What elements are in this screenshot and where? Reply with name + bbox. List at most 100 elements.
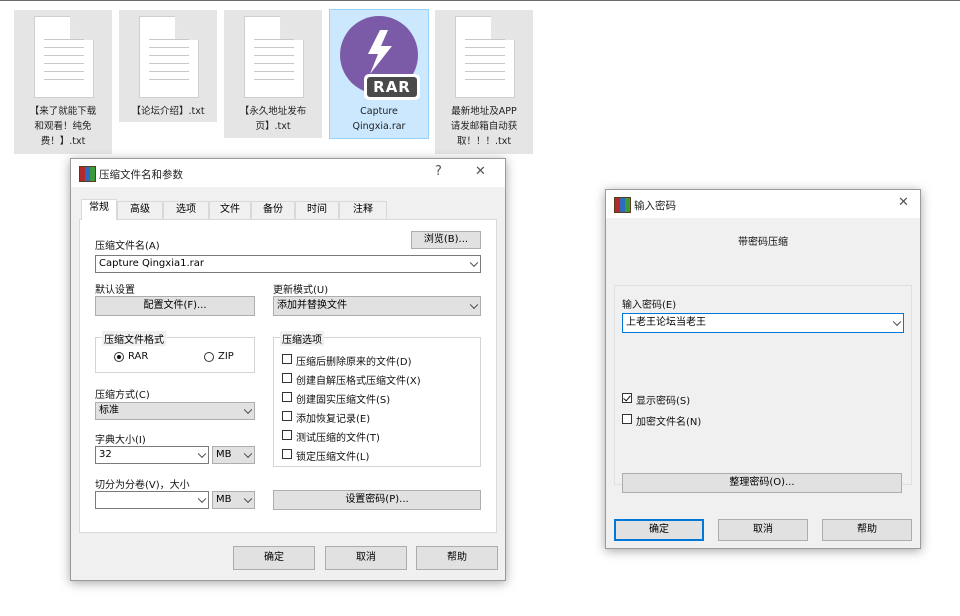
dialog-heading: 带密码压缩 — [738, 237, 788, 248]
chevron-down-icon[interactable] — [243, 494, 253, 504]
file-name-line: 【来了就能下载 — [29, 106, 97, 117]
split-unit-select[interactable]: MB — [212, 491, 255, 509]
archive-options-title: 压缩选项 — [280, 331, 324, 346]
file-name-line: Capture — [360, 106, 398, 117]
chevron-down-icon[interactable] — [892, 317, 902, 327]
tab-backup[interactable]: 备份 — [251, 201, 295, 219]
file-name-line: Qingxia.rar — [352, 121, 406, 132]
file-item-txt-2[interactable]: 【论坛介绍】.txt — [119, 10, 217, 122]
archive-format-title: 压缩文件格式 — [102, 331, 166, 346]
tab-files[interactable]: 文件 — [209, 201, 251, 219]
dictionary-size-combo[interactable]: 32 — [95, 446, 209, 464]
top-border-line — [0, 0, 960, 1]
option-label: 锁定压缩文件(L) — [296, 452, 370, 463]
option-checkbox[interactable] — [282, 354, 292, 364]
close-icon[interactable]: ✕ — [475, 163, 486, 181]
archive-options-group: 压缩选项 压缩后删除原来的文件(D) 创建自解压格式压缩文件(X) 创建固实压缩… — [273, 331, 481, 467]
file-name-line: 【永久地址发布 — [239, 106, 307, 117]
password-input[interactable]: 上老王论坛当老王 — [622, 313, 904, 333]
tab-general[interactable]: 常规 — [81, 199, 117, 220]
enter-password-dialog: 输入密码 ✕ 带密码压缩 输入密码(E) 上老王论坛当老王 显示密码(S) 加密… — [605, 189, 921, 549]
chevron-down-icon[interactable] — [243, 405, 253, 415]
option-checkbox[interactable] — [282, 373, 292, 383]
file-item-txt-4[interactable]: 最新地址及APP 请发邮箱自动获 取！！！.txt — [435, 10, 533, 154]
organize-passwords-button[interactable]: 整理密码(O)... — [622, 473, 902, 493]
format-rar-radio[interactable] — [114, 352, 124, 362]
dialog-title: 压缩文件名和参数 — [99, 169, 183, 181]
option-label: 测试压缩的文件(T) — [296, 433, 380, 444]
tab-comment[interactable]: 注释 — [339, 201, 387, 219]
tab-time[interactable]: 时间 — [295, 201, 339, 219]
chevron-down-icon[interactable] — [197, 449, 207, 459]
file-name-line: 页】.txt — [255, 121, 291, 132]
profiles-button[interactable]: 配置文件(F)... — [95, 296, 255, 316]
text-file-icon — [139, 16, 199, 98]
archive-name-value: Capture Qingxia1.rar — [99, 258, 204, 269]
help-icon[interactable]: ? — [435, 163, 442, 181]
file-name-line: 最新地址及APP — [451, 106, 517, 117]
text-file-icon — [34, 16, 94, 98]
chevron-down-icon[interactable] — [469, 300, 479, 310]
method-value: 标准 — [99, 405, 119, 416]
file-name-line: 请发邮箱自动获 — [450, 121, 518, 132]
file-item-rar[interactable]: RAR Capture Qingxia.rar — [329, 9, 429, 139]
update-mode-value: 添加并替换文件 — [277, 300, 347, 311]
file-name-line: 【论坛介绍】.txt — [131, 106, 205, 117]
option-checkbox[interactable] — [282, 449, 292, 459]
rar-badge-text: RAR — [367, 77, 417, 97]
rar-badge: RAR — [364, 74, 420, 100]
help-button[interactable]: 帮助 — [416, 546, 498, 570]
option-checkbox[interactable] — [282, 430, 292, 440]
method-label: 压缩方式(C) — [95, 390, 150, 401]
format-zip-radio[interactable] — [204, 352, 214, 362]
archive-params-dialog: 压缩文件名和参数 ? ✕ 常规 高级 选项 文件 备份 时间 注释 压缩文件名(… — [70, 158, 506, 581]
option-label: 添加恢复记录(E) — [296, 414, 371, 425]
enter-password-label: 输入密码(E) — [622, 300, 677, 311]
file-item-txt-1[interactable]: 【来了就能下载 和观看！纯免 费！】.txt — [14, 10, 112, 154]
option-checkbox[interactable] — [282, 392, 292, 402]
dictionary-unit-select[interactable]: MB — [212, 446, 255, 464]
ok-button[interactable]: 确定 — [233, 546, 315, 570]
encrypt-filenames-checkbox[interactable] — [622, 414, 632, 424]
text-file-icon — [244, 16, 304, 98]
browse-button[interactable]: 浏览(B)... — [411, 231, 481, 249]
option-checkbox[interactable] — [282, 411, 292, 421]
chevron-down-icon[interactable] — [197, 494, 207, 504]
cancel-button[interactable]: 取消 — [325, 546, 407, 570]
archive-format-group: 压缩文件格式 RAR ZIP — [95, 331, 255, 373]
winrar-app-icon — [614, 197, 631, 213]
cancel-button[interactable]: 取消 — [718, 519, 808, 541]
format-rar-label: RAR — [128, 351, 149, 362]
option-label: 创建固实压缩文件(S) — [296, 395, 391, 406]
set-password-button[interactable]: 设置密码(P)... — [273, 490, 481, 510]
show-password-label: 显示密码(S) — [636, 396, 691, 407]
winrar-app-icon — [79, 166, 96, 182]
dictionary-unit-value: MB — [216, 449, 232, 460]
encrypt-filenames-label: 加密文件名(N) — [636, 417, 702, 428]
split-size-combo[interactable] — [95, 491, 209, 509]
default-settings-label: 默认设置 — [95, 285, 135, 296]
show-password-checkbox[interactable] — [622, 393, 632, 403]
dialog-title: 输入密码 — [634, 200, 676, 212]
archive-name-combo[interactable]: Capture Qingxia1.rar — [95, 255, 481, 273]
file-name-line: 和观看！纯免 — [34, 121, 92, 132]
format-zip-label: ZIP — [218, 351, 234, 362]
file-item-txt-3[interactable]: 【永久地址发布 页】.txt — [224, 10, 322, 138]
tab-advanced[interactable]: 高级 — [117, 201, 163, 219]
text-file-icon — [455, 16, 515, 98]
password-value: 上老王论坛当老王 — [626, 317, 706, 328]
split-unit-value: MB — [216, 494, 232, 505]
help-button[interactable]: 帮助 — [822, 519, 912, 541]
update-mode-select[interactable]: 添加并替换文件 — [273, 296, 481, 316]
close-icon[interactable]: ✕ — [898, 194, 909, 212]
ok-button[interactable]: 确定 — [614, 519, 704, 541]
file-name-line: 取！！！.txt — [456, 136, 512, 147]
method-select[interactable]: 标准 — [95, 402, 255, 420]
chevron-down-icon[interactable] — [469, 258, 479, 268]
tab-options[interactable]: 选项 — [163, 201, 209, 219]
title-bar: 输入密码 ✕ — [606, 190, 920, 218]
dictionary-size-label: 字典大小(I) — [95, 435, 146, 446]
archive-name-label: 压缩文件名(A) — [95, 241, 160, 252]
option-label: 压缩后删除原来的文件(D) — [296, 357, 412, 368]
chevron-down-icon[interactable] — [243, 449, 253, 459]
